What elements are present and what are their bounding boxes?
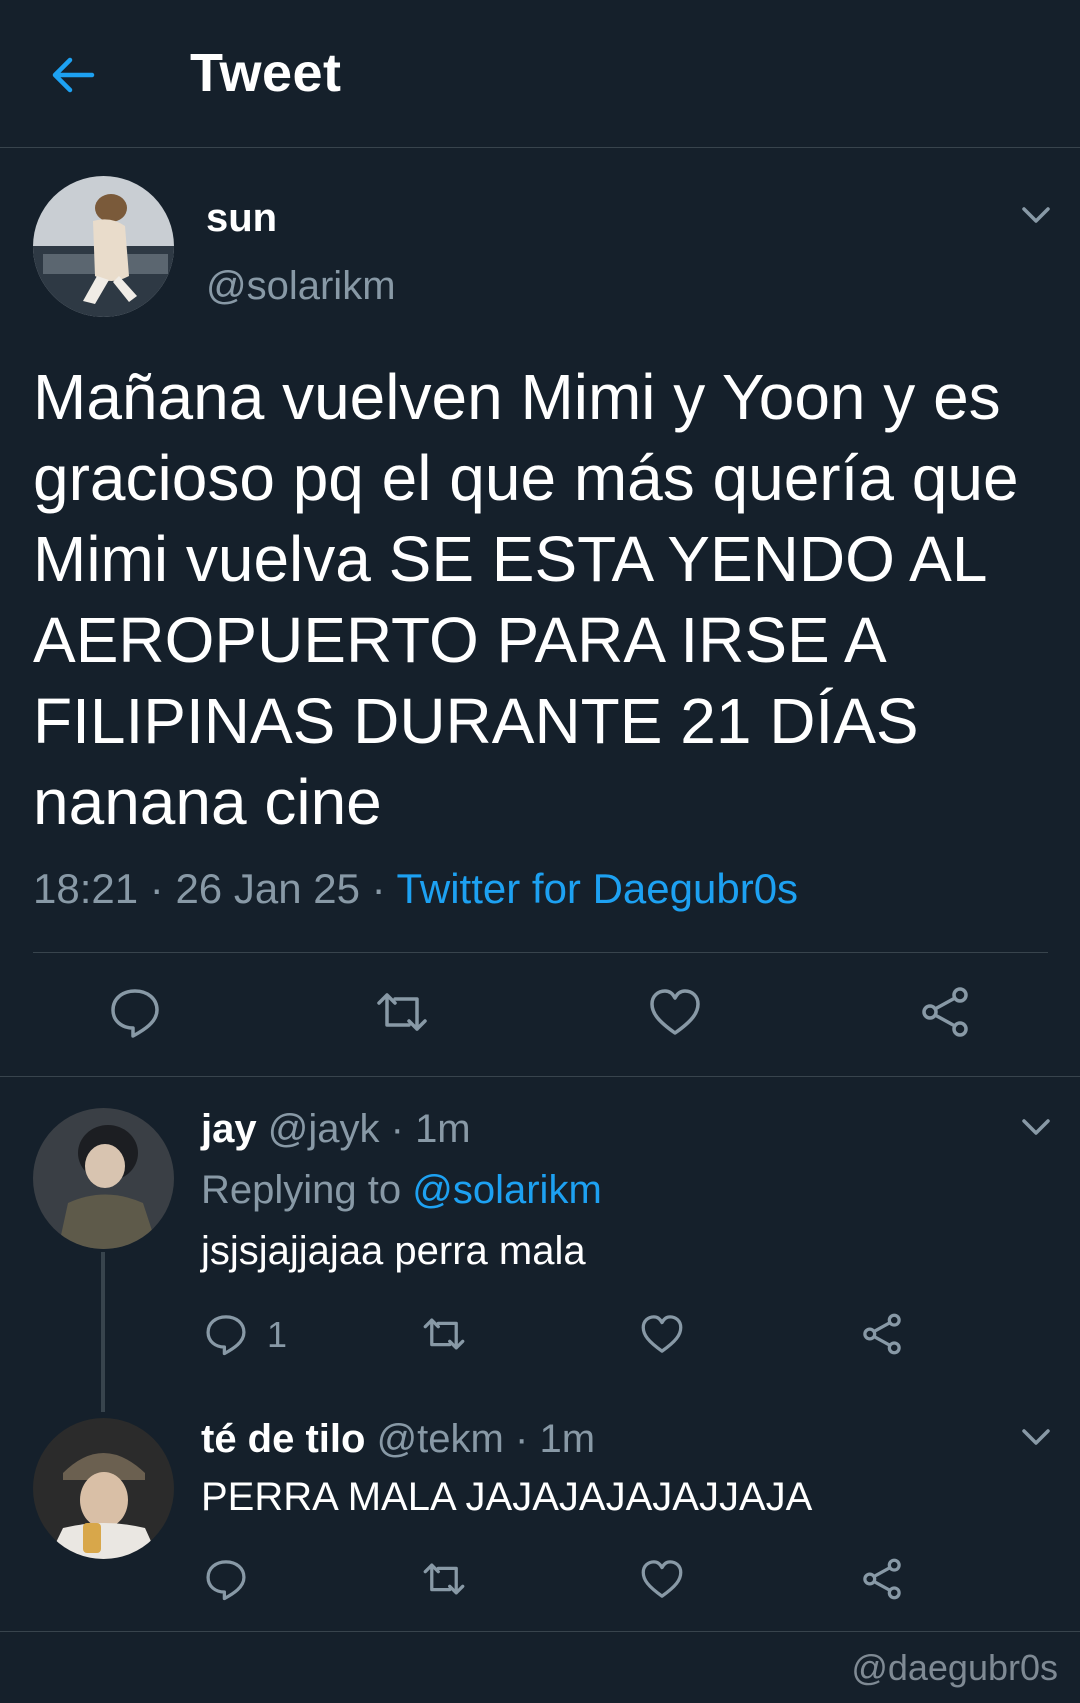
reply-text: PERRA MALA JAJAJAJAJAJJAJA	[201, 1475, 813, 1519]
author-handle[interactable]: @solarikm	[206, 264, 396, 309]
retweet-icon[interactable]	[422, 1312, 466, 1356]
reply-time: 1m	[539, 1417, 596, 1461]
share-icon[interactable]	[860, 1557, 904, 1601]
tweet-time: 18:21	[33, 865, 139, 912]
divider	[0, 1631, 1080, 1632]
arrow-left-icon[interactable]	[48, 50, 98, 100]
tweet-meta: 18:21 · 26 Jan 25 · Twitter for Daegubr0…	[33, 865, 798, 913]
share-icon[interactable]	[918, 985, 972, 1039]
meta-separator: ·	[515, 1417, 529, 1461]
retweet-icon[interactable]	[422, 1557, 466, 1601]
tweet-source-link[interactable]: Twitter for Daegubr0s	[397, 865, 799, 912]
chevron-down-icon[interactable]	[1020, 203, 1052, 227]
tweet-text: Mañana vuelven Mimi y Yoon y es gracioso…	[33, 361, 1019, 838]
like-icon[interactable]	[640, 1312, 684, 1356]
reply-icon[interactable]	[108, 985, 162, 1039]
reply-count: 1	[267, 1314, 288, 1355]
retweet-icon[interactable]	[375, 985, 429, 1039]
avatar[interactable]	[33, 1108, 174, 1249]
chevron-down-icon[interactable]	[1020, 1115, 1052, 1139]
chevron-down-icon[interactable]	[1020, 1425, 1052, 1449]
page-title: Tweet	[190, 43, 342, 103]
reply-time: 1m	[415, 1107, 471, 1151]
reply-text: jsjsjajjajaa perra mala	[201, 1229, 586, 1273]
replying-to-handle[interactable]: @solarikm	[412, 1168, 602, 1212]
reply-icon[interactable]	[204, 1312, 248, 1356]
divider	[0, 1076, 1080, 1077]
meta-separator: ·	[371, 865, 386, 912]
author-name[interactable]: jay	[201, 1107, 257, 1151]
reply-icon[interactable]	[204, 1557, 248, 1601]
meta-separator: ·	[149, 865, 164, 912]
reply-header: jay @jayk · 1m	[201, 1107, 471, 1152]
meta-separator: ·	[390, 1107, 404, 1151]
watermark: @daegubr0s	[851, 1647, 1058, 1688]
author-name[interactable]: sun	[206, 196, 277, 241]
replying-to: Replying to @solarikm	[201, 1168, 602, 1213]
thread-line	[101, 1252, 105, 1412]
top-bar	[0, 0, 1080, 148]
like-icon[interactable]	[640, 1557, 684, 1601]
reply-header: té de tilo @tekm · 1m	[201, 1417, 595, 1462]
like-icon[interactable]	[648, 985, 702, 1039]
tweet-date: 26 Jan 25	[175, 865, 360, 912]
author-name[interactable]: té de tilo	[201, 1417, 365, 1461]
author-handle[interactable]: @jayk	[268, 1107, 380, 1151]
share-icon[interactable]	[860, 1312, 904, 1356]
avatar[interactable]	[33, 176, 174, 317]
author-handle[interactable]: @tekm	[377, 1417, 504, 1461]
divider	[33, 952, 1048, 953]
avatar[interactable]	[33, 1418, 174, 1559]
replying-to-label: Replying to	[201, 1168, 402, 1212]
